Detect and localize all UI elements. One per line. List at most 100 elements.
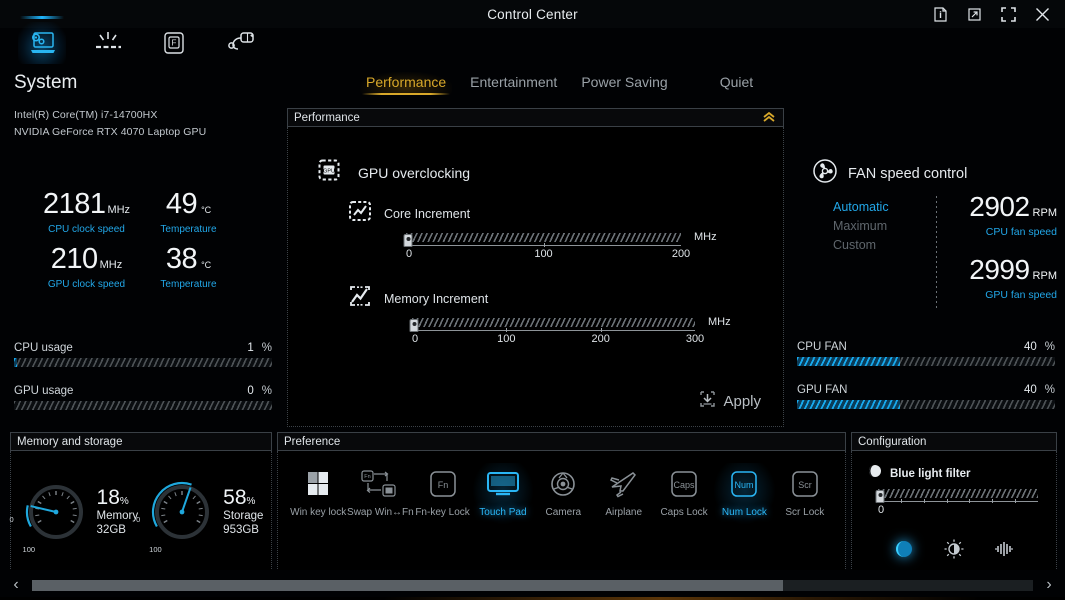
- memory-increment-icon: [348, 284, 372, 313]
- minimize-icon[interactable]: [957, 0, 991, 28]
- gpu-model: NVIDIA GeForce RTX 4070 Laptop GPU: [14, 126, 207, 138]
- cpu-fan-bar-value: 40: [1023, 341, 1037, 353]
- nav-keyboard-backlight[interactable]: [84, 22, 132, 64]
- cpu-fan-meter: CPU FAN 40%: [797, 341, 1055, 366]
- preference-item-camera[interactable]: Camera: [533, 463, 593, 524]
- slider-tick: [946, 499, 948, 503]
- gpu-temp-label: Temperature: [160, 279, 217, 290]
- caps-lock-icon: Caps: [667, 467, 701, 501]
- cpu-clock-unit: MHz: [107, 204, 131, 216]
- gpu-fan-meter: GPU FAN 40%: [797, 384, 1055, 409]
- configuration-mode-list: [852, 538, 1056, 560]
- gpu-readout-row: 210 MHz GPU clock speed 38 °C Temperature: [0, 245, 275, 291]
- fan-mode-list: Automatic Maximum Custom: [833, 198, 889, 255]
- blue-light-mode-icon[interactable]: [891, 538, 917, 560]
- gpu-clock-unit: MHz: [99, 259, 123, 271]
- performance-panel-title: Performance: [294, 111, 360, 124]
- preference-item-fn-key-lock[interactable]: Fn Fn-key Lock: [412, 463, 472, 524]
- nav-system[interactable]: [18, 16, 66, 64]
- maximize-icon[interactable]: [991, 0, 1025, 28]
- memory-slider-track[interactable]: [412, 318, 695, 327]
- nav-device[interactable]: [216, 22, 264, 64]
- cpu-temp-label: Temperature: [160, 224, 217, 235]
- preference-item-caps-lock[interactable]: Caps Caps Lock: [654, 463, 714, 524]
- scrollbar-track[interactable]: [32, 579, 1033, 591]
- core-slider-track[interactable]: [406, 233, 681, 242]
- gpu-usage-value: 0: [247, 385, 254, 397]
- preference-item-label: Airplane: [605, 507, 643, 518]
- cpu-fan-speed-label: CPU fan speed: [985, 226, 1057, 238]
- gpu-fan-speed-unit: RPM: [1032, 270, 1057, 282]
- preference-item-scr-lock[interactable]: Scr Scr Lock: [775, 463, 835, 524]
- configuration-body: Blue light filter 0: [851, 451, 1057, 573]
- preference-item-win-key-lock[interactable]: Win key lock: [288, 463, 348, 524]
- preference-item-label: Caps Lock: [660, 507, 708, 518]
- preference-item-label: Swap Win↔Fn: [347, 507, 414, 518]
- close-icon[interactable]: [1025, 0, 1059, 28]
- fan-mode-custom[interactable]: Custom: [833, 236, 889, 255]
- airplane-icon: [606, 467, 642, 501]
- gauge-min-label: 0: [136, 514, 141, 524]
- memory-slider-knob[interactable]: [409, 319, 419, 332]
- win-key-lock-icon: [301, 467, 335, 501]
- nav-fn-key[interactable]: F: [150, 22, 198, 64]
- core-increment-slider[interactable]: 0 100 200 MHz: [403, 231, 717, 263]
- tab-label: Entertainment: [470, 74, 558, 90]
- preference-item-num-lock[interactable]: Num Num Lock: [714, 463, 775, 524]
- system-readouts: 2181 MHz CPU clock speed 49 °C Temperature…: [0, 190, 275, 300]
- fan-divider: [936, 196, 937, 308]
- svg-text:Scr: Scr: [798, 480, 812, 490]
- contrast-mode-icon[interactable]: [991, 538, 1017, 560]
- chevron-up-icon[interactable]: [761, 110, 777, 126]
- slider-tick: [506, 328, 508, 332]
- tab-entertainment[interactable]: Entertainment: [464, 72, 563, 95]
- gpu-clock-readout: 210 MHz GPU clock speed: [39, 245, 135, 291]
- storage-gauge: 0 100: [136, 475, 219, 554]
- nav-icon-list: F: [18, 16, 264, 64]
- memory-increment-label: Memory Increment: [384, 291, 489, 306]
- memory-increment-slider[interactable]: 0 100 200 300 MHz: [409, 316, 731, 348]
- preference-item-touch-pad[interactable]: Touch Pad: [472, 463, 534, 524]
- swap-win-fn-icon: Fn: [360, 467, 400, 501]
- num-lock-icon: Num: [727, 467, 761, 501]
- profile-tabs: Performance Entertainment Power Saving Quie…: [360, 72, 759, 95]
- svg-text:Fn: Fn: [365, 474, 371, 480]
- tab-performance[interactable]: Performance: [360, 72, 453, 95]
- gpu-fan-bar-label: GPU FAN: [797, 384, 848, 396]
- memory-increment-row: Memory Increment: [348, 284, 488, 313]
- scroll-left-arrow-icon[interactable]: ‹: [0, 576, 32, 594]
- memory-gauge: 0 100: [10, 475, 93, 554]
- svg-text:F: F: [172, 39, 177, 48]
- apply-button[interactable]: Apply: [695, 387, 765, 416]
- fan-mode-automatic[interactable]: Automatic: [833, 198, 889, 217]
- svg-text:Caps: Caps: [674, 480, 696, 490]
- window-title: Control Center: [487, 6, 578, 22]
- info-icon[interactable]: [923, 0, 957, 28]
- brightness-mode-icon[interactable]: [941, 538, 967, 560]
- gpu-fan-fill: [797, 400, 901, 409]
- tab-quiet[interactable]: Quiet: [714, 72, 759, 95]
- core-slider-knob[interactable]: [403, 234, 413, 247]
- blue-light-filter-slider[interactable]: 0: [875, 489, 1038, 519]
- moon-icon: [868, 464, 882, 483]
- gauge-max-label: 100: [149, 544, 162, 554]
- gpu-usage-bar: [14, 401, 272, 410]
- preference-item-airplane[interactable]: Airplane: [594, 463, 654, 524]
- blf-slider-track[interactable]: [878, 489, 1038, 498]
- gauge-readout: 18% Memory 32GB: [97, 486, 139, 538]
- scroll-right-arrow-icon[interactable]: ›: [1033, 576, 1065, 594]
- fan-mode-maximum[interactable]: Maximum: [833, 217, 889, 236]
- gpu-fan-bar: [797, 400, 1055, 409]
- performance-panel-header: Performance: [287, 108, 784, 127]
- gpu-chip-icon: GPU: [314, 155, 344, 190]
- memory-storage-title: Memory and storage: [17, 435, 123, 448]
- slider-tick: [992, 499, 994, 503]
- preference-item-swap-win-fn[interactable]: Fn Swap Win↔Fn: [347, 463, 414, 524]
- blf-slider-knob[interactable]: [875, 490, 885, 503]
- scr-lock-icon: Scr: [788, 467, 822, 501]
- cpu-fan-fill: [797, 357, 901, 366]
- gauge-percent: 58%: [223, 485, 256, 509]
- tab-power-saving[interactable]: Power Saving: [575, 72, 673, 95]
- scrollbar-thumb[interactable]: [32, 579, 783, 591]
- cpu-fan-speed-readout: 2902 RPM CPU fan speed: [969, 193, 1057, 239]
